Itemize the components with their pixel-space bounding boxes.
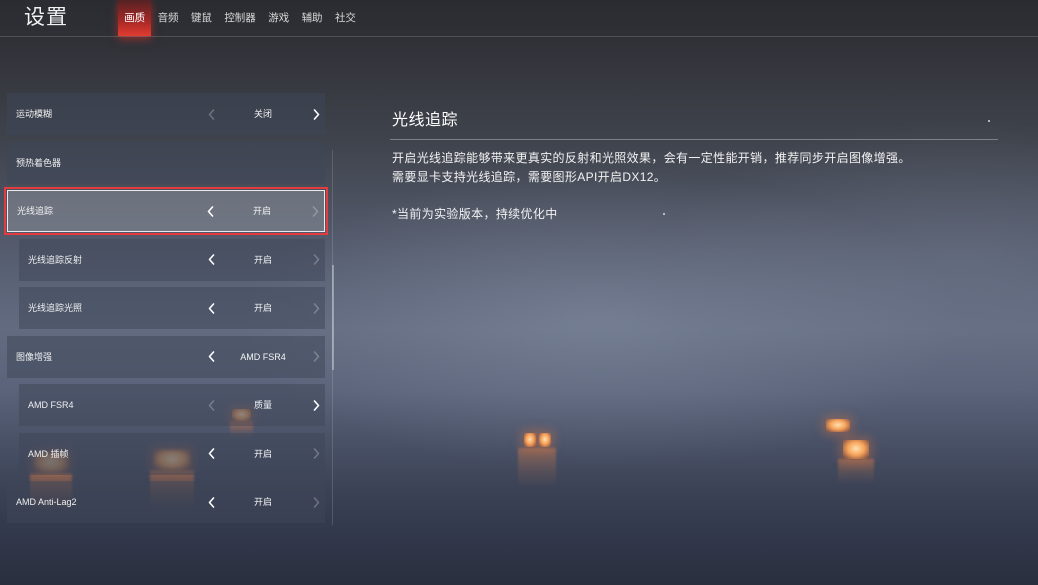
header-divider [0, 36, 1038, 37]
setting-row-amd-frame-generation[interactable]: AMD 插帧 开启 [19, 432, 325, 475]
setting-label: AMD FSR4 [28, 400, 74, 410]
chevron-right-icon [313, 254, 319, 265]
prev-option-button[interactable] [204, 496, 218, 508]
chevron-left-icon [208, 496, 214, 508]
chevron-left-icon [208, 302, 214, 314]
lantern-glow [843, 440, 869, 459]
tab-audio[interactable]: 音频 [151, 0, 184, 36]
setting-row-ray-tracing[interactable]: 光线追踪 开启 [4, 187, 328, 235]
lantern-glow [826, 419, 850, 432]
next-option-button[interactable] [309, 399, 323, 411]
setting-value: 开启 [253, 303, 272, 313]
detail-description: 开启光线追踪能够带来更真实的反射和光照效果，会有一定性能开销，推荐同步开启图像增… [392, 149, 1012, 187]
lantern-glow [539, 433, 551, 447]
prev-option-button[interactable] [203, 205, 217, 217]
tab-game[interactable]: 游戏 [262, 0, 295, 36]
setting-label: AMD Anti-Lag2 [16, 497, 77, 507]
detail-title-divider [390, 139, 998, 140]
prev-option-button[interactable] [204, 108, 218, 120]
setting-label: AMD 插帧 [28, 448, 69, 459]
setting-label: 光线追踪光照 [28, 303, 83, 313]
tab-graphics[interactable]: 画质 [118, 0, 152, 36]
next-option-button[interactable] [309, 302, 323, 314]
scrollbar-thumb[interactable] [331, 265, 334, 370]
next-option-button[interactable] [309, 254, 323, 266]
chevron-right-icon [313, 351, 319, 362]
lantern-glow [524, 433, 536, 447]
next-option-button[interactable] [308, 205, 322, 217]
setting-value: AMD FSR4 [240, 351, 286, 362]
next-option-button[interactable] [309, 496, 323, 508]
settings-list: 运动模糊 关闭 预热着色器 光线追踪 开启 光线追踪反射 开启 光线追踪光照 开… [4, 93, 328, 523]
chevron-left-icon [207, 205, 213, 217]
tab-social[interactable]: 社交 [329, 0, 362, 36]
prev-option-button[interactable] [204, 254, 218, 266]
chevron-left-icon [208, 448, 214, 459]
sparkle [663, 213, 665, 215]
tab-accessibility[interactable]: 辅助 [295, 0, 328, 36]
prev-option-button[interactable] [204, 351, 218, 363]
setting-row-amd-anti-lag2[interactable]: AMD Anti-Lag2 开启 [7, 481, 325, 523]
chevron-right-icon [313, 399, 319, 411]
lantern-reflection [518, 448, 556, 488]
next-option-button[interactable] [309, 448, 323, 460]
settings-tab-bar: 画质 音频 键鼠 控制器 游戏 辅助 社交 [118, 0, 362, 36]
tab-keyboard-mouse[interactable]: 键鼠 [185, 0, 218, 36]
detail-note: *当前为实验版本，持续优化中 [392, 207, 558, 221]
chevron-right-icon [313, 448, 319, 459]
chevron-right-icon [313, 496, 319, 508]
detail-title: 光线追踪 [392, 112, 459, 129]
next-option-button[interactable] [309, 108, 323, 120]
chevron-right-icon [313, 108, 319, 120]
setting-row-shader-warmup[interactable]: 预热着色器 [7, 141, 325, 184]
setting-value: 质量 [253, 400, 272, 410]
prev-option-button[interactable] [204, 302, 218, 314]
chevron-left-icon [208, 399, 214, 411]
detail-description-line: 需要显卡支持光线追踪，需要图形API开启DX12。 [392, 170, 667, 184]
chevron-left-icon [208, 108, 214, 120]
setting-value: 关闭 [253, 109, 272, 119]
detail-description-line: 开启光线追踪能够带来更真实的反射和光照效果，会有一定性能开销，推荐同步开启图像增… [392, 151, 911, 165]
chevron-right-icon [312, 205, 318, 217]
setting-row-rt-reflections[interactable]: 光线追踪反射 开启 [19, 238, 325, 281]
prev-option-button[interactable] [204, 399, 218, 411]
setting-row-image-enhancement[interactable]: 图像增强 AMD FSR4 [7, 335, 325, 378]
setting-value: 开启 [253, 448, 272, 459]
setting-label: 预热着色器 [16, 157, 62, 168]
prev-option-button[interactable] [204, 448, 218, 460]
setting-label: 光线追踪 [17, 206, 54, 216]
setting-value: 开启 [253, 254, 272, 265]
next-option-button[interactable] [309, 351, 323, 363]
setting-row-amd-fsr4[interactable]: AMD FSR4 质量 [19, 384, 325, 426]
setting-value: 开启 [252, 206, 271, 216]
chevron-right-icon [313, 302, 319, 314]
sparkle [988, 120, 990, 122]
chevron-left-icon [208, 351, 214, 362]
page-title: 设置 [24, 6, 68, 29]
chevron-left-icon [208, 254, 214, 265]
setting-label: 图像增强 [16, 351, 53, 362]
setting-row-rt-lighting[interactable]: 光线追踪光照 开启 [19, 287, 325, 329]
setting-value: 开启 [253, 497, 272, 507]
setting-row-motion-blur[interactable]: 运动模糊 关闭 [7, 93, 325, 135]
lantern-reflection [838, 459, 874, 484]
setting-label: 光线追踪反射 [28, 254, 83, 265]
setting-label: 运动模糊 [16, 109, 53, 119]
tab-controller[interactable]: 控制器 [218, 0, 262, 36]
